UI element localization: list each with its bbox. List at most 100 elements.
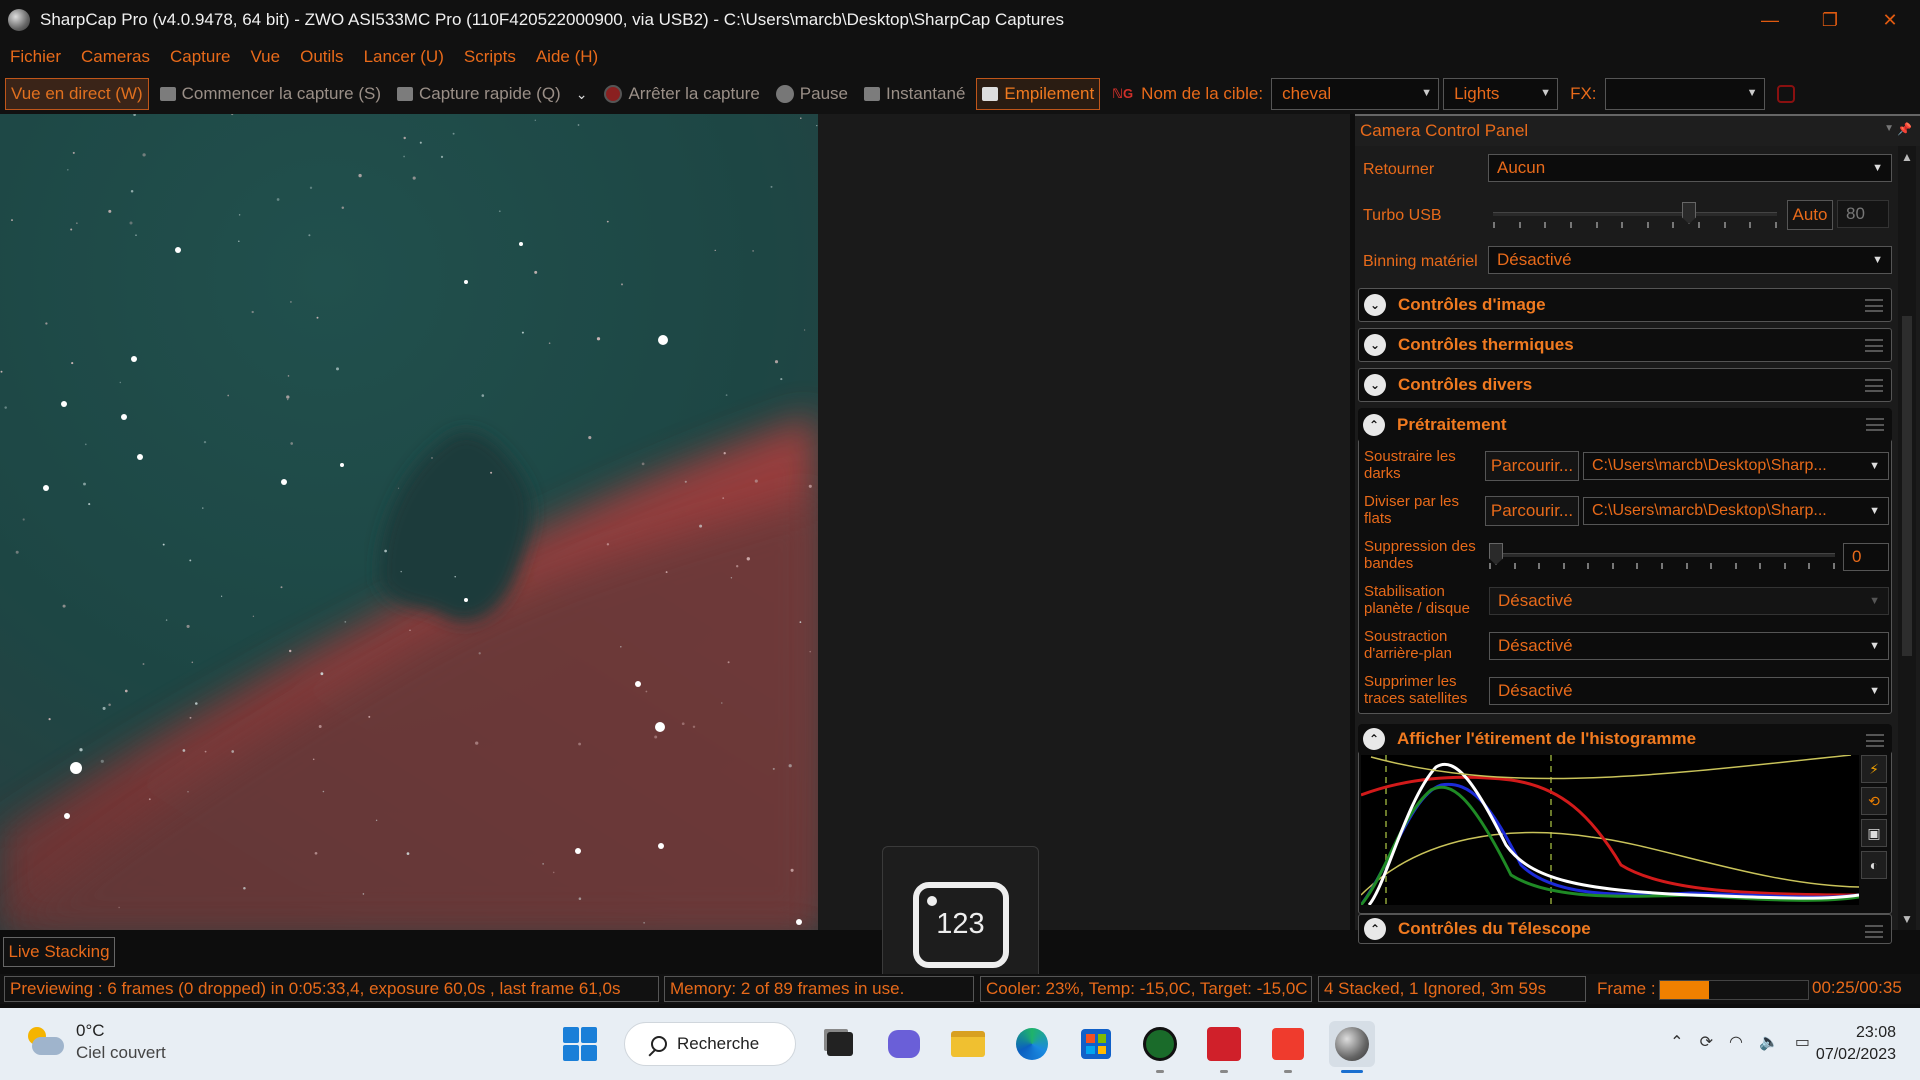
turbo-slider-handle[interactable]: [1682, 202, 1696, 224]
darks-browse-button[interactable]: Parcourir...: [1485, 451, 1579, 481]
binning-label: Binning matériel: [1363, 252, 1478, 270]
pause-button[interactable]: Pause: [771, 78, 853, 110]
frame-label: Frame :: [1597, 979, 1656, 998]
section-telescope-controls[interactable]: ⌃ Contrôles du Télescope: [1358, 914, 1892, 944]
chevron-down-icon: ▼: [1421, 87, 1433, 99]
menu-scripts[interactable]: Scripts: [464, 47, 516, 67]
scrollbar-thumb[interactable]: [1902, 316, 1912, 656]
chevron-down-icon[interactable]: ⌄: [576, 86, 588, 103]
record-icon[interactable]: [1776, 85, 1795, 103]
menu-fichier[interactable]: Fichier: [10, 47, 61, 67]
faint-star: [189, 559, 192, 562]
banding-slider-handle[interactable]: [1489, 543, 1503, 565]
image-viewport[interactable]: 123: [0, 114, 1350, 1003]
store-button[interactable]: [1073, 1021, 1119, 1067]
phd2-button[interactable]: [1137, 1021, 1183, 1073]
menu-lancer[interactable]: Lancer (U): [364, 47, 444, 67]
sharpcap-taskbar-button[interactable]: [1329, 1021, 1375, 1073]
flats-browse-button[interactable]: Parcourir...: [1485, 496, 1579, 526]
volume-icon[interactable]: 🔈: [1759, 1032, 1779, 1052]
turbo-value-field[interactable]: 80: [1837, 200, 1889, 228]
counter-icon: 123: [912, 881, 1009, 968]
stop-capture-button[interactable]: Arrêter la capture: [599, 78, 764, 110]
clock[interactable]: 23:08 07/02/2023: [1816, 1022, 1896, 1066]
binning-select[interactable]: Désactivé ▼: [1488, 246, 1892, 274]
fx-select[interactable]: ▼: [1604, 78, 1765, 110]
frame-type-select[interactable]: Lights ▼: [1443, 78, 1559, 110]
chevron-down-icon: ▼: [1869, 460, 1880, 472]
save-icon[interactable]: ▣: [1861, 819, 1887, 847]
section-image-controls[interactable]: ⌄ Contrôles d'image: [1358, 288, 1892, 322]
section-thermal-controls[interactable]: ⌄ Contrôles thermiques: [1358, 328, 1892, 362]
live-view-button[interactable]: Vue en direct (W): [5, 78, 149, 110]
section-title: Contrôles d'image: [1398, 295, 1546, 314]
snapshot-button[interactable]: Instantané: [859, 78, 970, 110]
preprocessing-header[interactable]: ⌃ Prétraitement: [1358, 408, 1892, 442]
stabilisation-label: Stabilisation planète / disque: [1364, 583, 1470, 617]
drag-handle-icon[interactable]: [1866, 418, 1884, 431]
menu-capture[interactable]: Capture: [170, 47, 230, 67]
start-button[interactable]: [557, 1021, 603, 1067]
menu-vue[interactable]: Vue: [250, 47, 280, 67]
anydesk-button[interactable]: [1265, 1021, 1311, 1073]
stacking-button[interactable]: Empilement: [976, 78, 1101, 110]
darks-path-select[interactable]: C:\Users\marcb\Desktop\Sharp... ▼: [1583, 452, 1889, 480]
wifi-icon[interactable]: ◠: [1729, 1032, 1743, 1052]
panel-scrollbar[interactable]: ▲ ▼: [1898, 146, 1916, 930]
menu-cameras[interactable]: Cameras: [81, 47, 150, 67]
minimize-button[interactable]: —: [1740, 0, 1800, 40]
satellite-select[interactable]: Désactivé ▼: [1489, 677, 1889, 705]
stabilisation-select[interactable]: Désactivé ▼: [1489, 587, 1889, 615]
battery-icon[interactable]: ▭: [1795, 1032, 1810, 1052]
turbo-slider[interactable]: [1493, 200, 1777, 230]
search-label: Recherche: [677, 1034, 760, 1053]
close-button[interactable]: ✕: [1860, 0, 1920, 40]
quick-capture-button[interactable]: Capture rapide (Q): [392, 78, 566, 110]
task-view-button[interactable]: [817, 1021, 863, 1067]
live-stacking-tab[interactable]: Live Stacking: [3, 937, 115, 967]
contrast-icon[interactable]: ◐: [1861, 851, 1887, 879]
faint-star: [774, 360, 779, 364]
histogram-chart[interactable]: [1359, 754, 1860, 906]
flats-path-select[interactable]: C:\Users\marcb\Desktop\Sharp... ▼: [1583, 497, 1889, 525]
chevron-down-icon: ▼: [1746, 87, 1758, 99]
app-red-button[interactable]: [1201, 1021, 1247, 1073]
start-capture-button[interactable]: Commencer la capture (S): [155, 78, 386, 110]
scroll-up-icon[interactable]: ▲: [1901, 150, 1913, 164]
faint-star: [454, 576, 456, 578]
faint-star: [534, 270, 538, 274]
teams-chat-button[interactable]: [881, 1021, 927, 1067]
auto-stretch-icon[interactable]: ⚡: [1861, 755, 1887, 783]
turbo-auto-button[interactable]: Auto: [1787, 200, 1833, 230]
banding-value-field[interactable]: 0: [1843, 543, 1889, 571]
drag-handle-icon[interactable]: [1865, 379, 1883, 392]
section-title: Contrôles divers: [1398, 375, 1533, 394]
file-explorer-button[interactable]: [945, 1021, 991, 1067]
banding-slider[interactable]: [1489, 541, 1835, 571]
edge-button[interactable]: [1009, 1021, 1055, 1067]
scroll-down-icon[interactable]: ▼: [1901, 912, 1913, 926]
panel-menu-icon[interactable]: ▼: [1884, 123, 1894, 134]
menu-outils[interactable]: Outils: [300, 47, 343, 67]
target-name-select[interactable]: cheval ▼: [1271, 78, 1440, 110]
section-misc-controls[interactable]: ⌄ Contrôles divers: [1358, 368, 1892, 402]
retourner-select[interactable]: Aucun ▼: [1488, 154, 1892, 182]
menu-aide[interactable]: Aide (H): [536, 47, 598, 67]
pin-icon[interactable]: 📌: [1897, 122, 1912, 136]
drag-handle-icon[interactable]: [1866, 734, 1884, 747]
sync-icon[interactable]: ⟳: [1700, 1032, 1713, 1052]
drag-handle-icon[interactable]: [1865, 299, 1883, 312]
faint-star: [286, 395, 290, 399]
satellite-label: Supprimer les traces satellites: [1364, 673, 1468, 707]
background-select[interactable]: Désactivé ▼: [1489, 632, 1889, 660]
maximize-button[interactable]: ❐: [1800, 0, 1860, 40]
faint-star: [221, 595, 223, 597]
drag-handle-icon[interactable]: [1865, 925, 1883, 938]
taskbar-search[interactable]: Recherche: [624, 1022, 796, 1066]
reset-icon[interactable]: ⟲: [1861, 787, 1887, 815]
weather-widget[interactable]: 0°C Ciel couvert: [26, 1020, 166, 1064]
store-icon: [1081, 1029, 1111, 1059]
histogram-header[interactable]: ⌃ Afficher l'étirement de l'histogramme: [1358, 724, 1892, 754]
chevron-up-icon[interactable]: ⌃: [1670, 1032, 1683, 1052]
drag-handle-icon[interactable]: [1865, 339, 1883, 352]
